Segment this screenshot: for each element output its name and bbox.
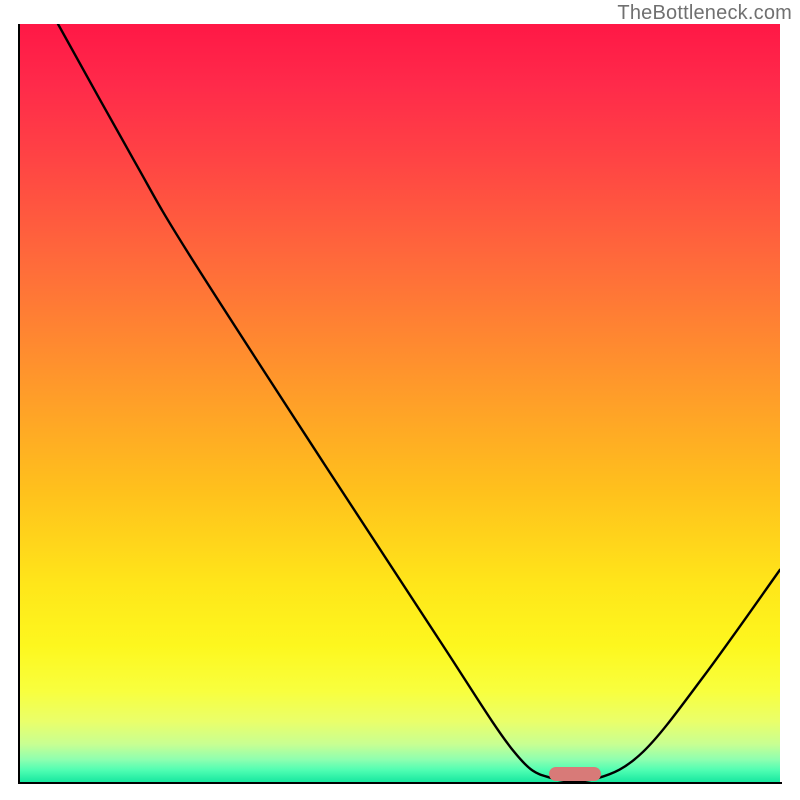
watermark-text: TheBottleneck.com	[617, 2, 792, 25]
plot-axes-frame	[18, 24, 782, 784]
